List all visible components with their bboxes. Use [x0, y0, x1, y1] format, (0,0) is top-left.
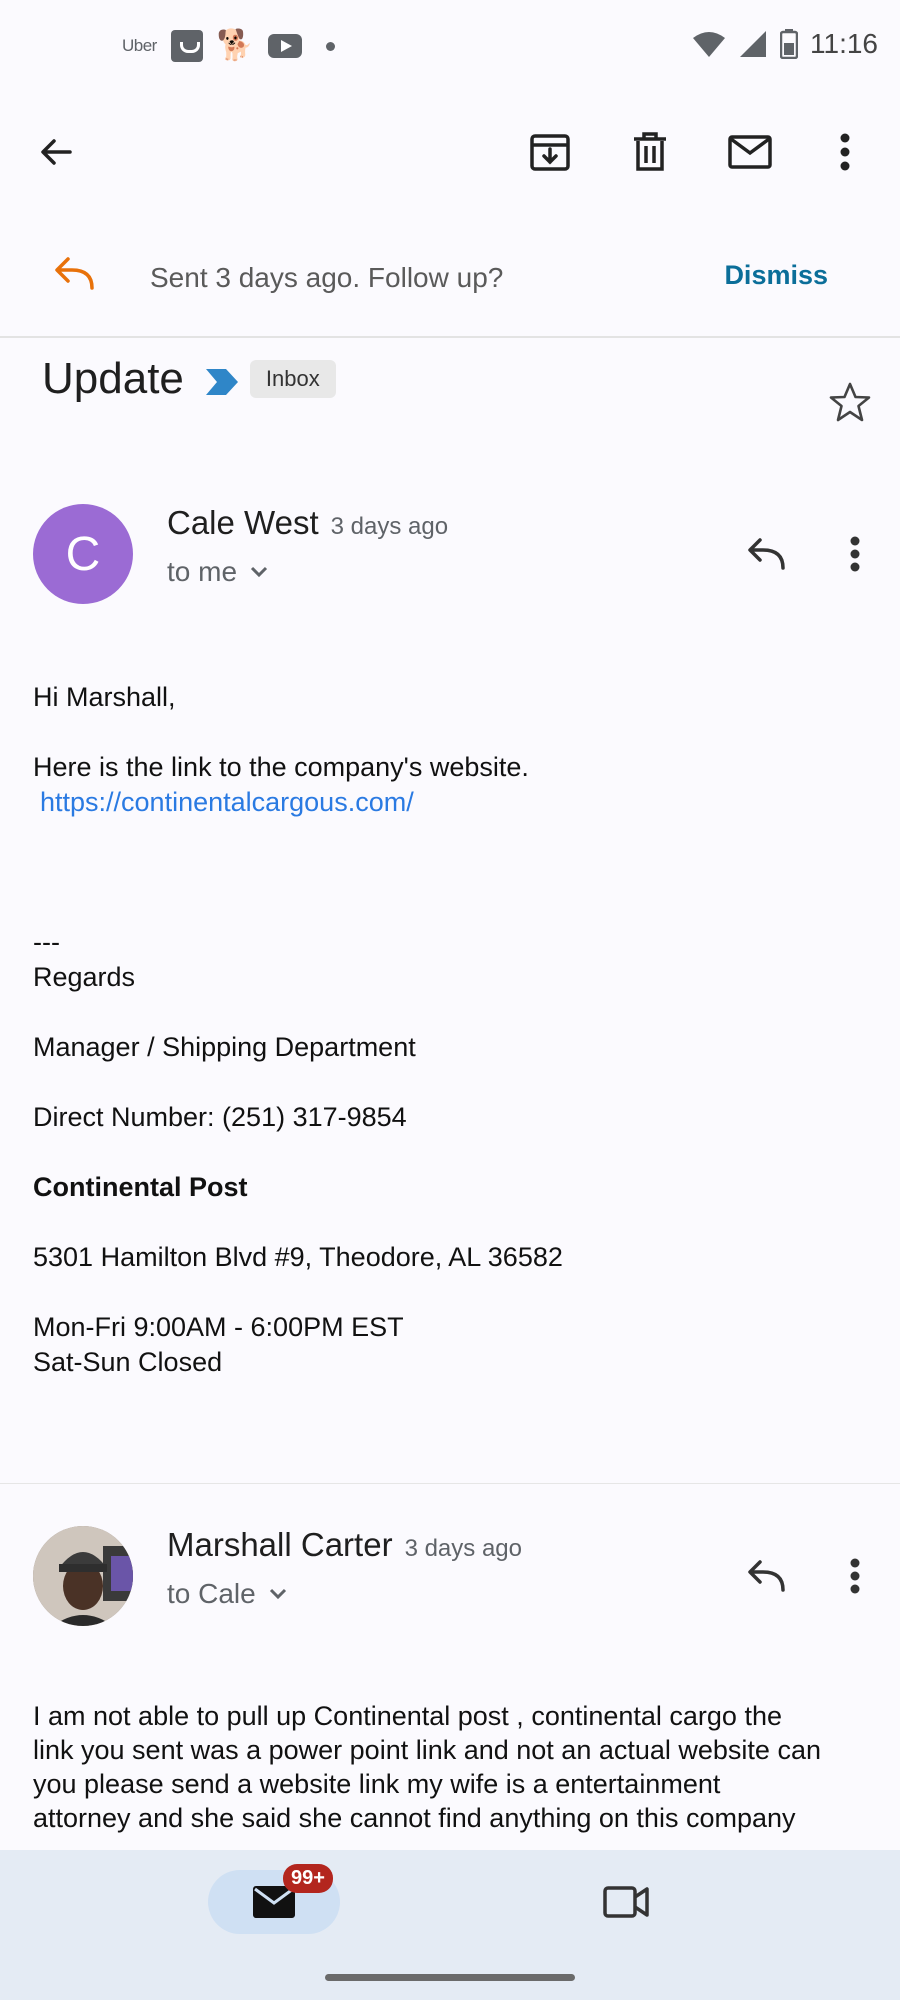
arrow-left-icon	[41, 139, 72, 165]
star-icon	[829, 382, 871, 422]
wifi-icon	[693, 32, 725, 57]
inbox-label-chip[interactable]: Inbox	[249, 360, 336, 398]
avatar[interactable]	[33, 1526, 133, 1626]
subject-row: Update Inbox	[42, 354, 336, 404]
website-link[interactable]: https://continentalcargous.com/	[40, 785, 414, 819]
signature-title: Manager / Shipping Department	[33, 1032, 416, 1062]
sender-line: Marshall Carter 3 days ago	[167, 1526, 522, 1564]
divider	[0, 336, 900, 338]
reply-button[interactable]	[736, 524, 796, 584]
chevron-down-icon	[250, 566, 268, 578]
more-options-button[interactable]	[815, 122, 875, 182]
signature-company: Continental Post	[33, 1172, 248, 1202]
sender-line: Cale West 3 days ago	[167, 504, 448, 542]
recipient-text: to me	[167, 556, 238, 587]
archive-icon	[530, 134, 570, 171]
signature-separator: ---	[33, 927, 60, 957]
body-line: Here is the link to the company's websit…	[33, 752, 529, 782]
trash-icon	[634, 132, 666, 171]
sender-name: Cale West	[167, 504, 319, 541]
signature-hours-weekend: Sat-Sun Closed	[33, 1347, 223, 1377]
dismiss-button[interactable]: Dismiss	[724, 260, 828, 291]
recipient-toggle[interactable]: to Cale	[167, 1578, 288, 1610]
clock: 11:16	[810, 28, 878, 59]
reply-icon	[748, 1560, 785, 1592]
uber-notification-icon: Uber	[122, 36, 157, 55]
message-body-line: attorney and she said she cannot find an…	[33, 1803, 796, 1833]
more-vert-icon	[840, 133, 850, 171]
signature-hours: Mon-Fri 9:00AM - 6:00PM EST	[33, 1312, 404, 1342]
signature-address[interactable]: 5301 Hamilton Blvd #9, Theodore, AL 3658…	[33, 1240, 563, 1274]
more-vert-icon	[850, 536, 860, 572]
notification-icons: Uber 🐕	[122, 29, 336, 62]
message-header[interactable]: Marshall Carter 3 days ago to Cale	[0, 1526, 900, 1636]
follow-up-banner: Sent 3 days ago. Follow up? Dismiss	[0, 230, 900, 326]
mark-unread-button[interactable]	[720, 122, 780, 182]
follow-up-text: Sent 3 days ago. Follow up?	[150, 262, 504, 293]
greeting: Hi Marshall,	[33, 682, 176, 712]
chevron-down-icon	[269, 1588, 286, 1600]
signature-phone[interactable]: Direct Number: (251) 317-9854	[33, 1100, 407, 1134]
more-notifications-dot-icon	[326, 41, 336, 51]
message-more-button[interactable]	[825, 1546, 885, 1606]
importance-marker-icon[interactable]	[204, 367, 240, 397]
cellular-signal-icon	[740, 31, 766, 57]
system-icons: 11:16	[692, 28, 878, 60]
message-time: 3 days ago	[330, 513, 449, 540]
message-divider	[0, 1483, 900, 1484]
recipient-toggle[interactable]: to me	[167, 556, 269, 588]
dog-notification-icon: 🐕	[216, 29, 255, 62]
reply-button[interactable]	[736, 1546, 796, 1606]
battery-icon	[780, 29, 798, 59]
profile-photo	[33, 1526, 133, 1626]
home-indicator[interactable]	[325, 1974, 575, 1981]
archive-button[interactable]	[520, 122, 580, 182]
message-header[interactable]: C Cale West 3 days ago to me	[0, 504, 900, 614]
delete-button[interactable]	[620, 122, 680, 182]
app-notification-icon	[170, 30, 203, 62]
message-body-line: link you sent was a power point link and…	[33, 1735, 821, 1765]
message-body-line: I am not able to pull up Continental pos…	[33, 1701, 782, 1731]
subject-title: Update	[42, 354, 184, 403]
sender-name: Marshall Carter	[167, 1526, 393, 1563]
nav-meet-tab[interactable]	[598, 1870, 654, 1934]
video-camera-icon	[603, 1886, 649, 1918]
status-bar: Uber 🐕 11:16	[0, 0, 900, 96]
recipient-text: to Cale	[167, 1578, 256, 1609]
star-button[interactable]	[820, 372, 880, 432]
message-body-line: you please send a website link my wife i…	[33, 1769, 721, 1799]
mail-icon	[728, 135, 772, 169]
reply-arrow-icon	[55, 257, 94, 290]
youtube-notification-icon	[268, 34, 303, 58]
more-vert-icon	[850, 1558, 860, 1594]
message-time: 3 days ago	[404, 1535, 522, 1562]
unread-count-badge: 99+	[283, 1864, 333, 1893]
bottom-navigation: 99+	[0, 1850, 900, 2000]
message-more-button[interactable]	[825, 524, 885, 584]
signature-regards: Regards	[33, 962, 136, 992]
avatar[interactable]: C	[33, 504, 133, 604]
reply-icon	[748, 538, 785, 570]
back-button[interactable]	[26, 122, 86, 182]
top-app-bar	[0, 110, 900, 194]
